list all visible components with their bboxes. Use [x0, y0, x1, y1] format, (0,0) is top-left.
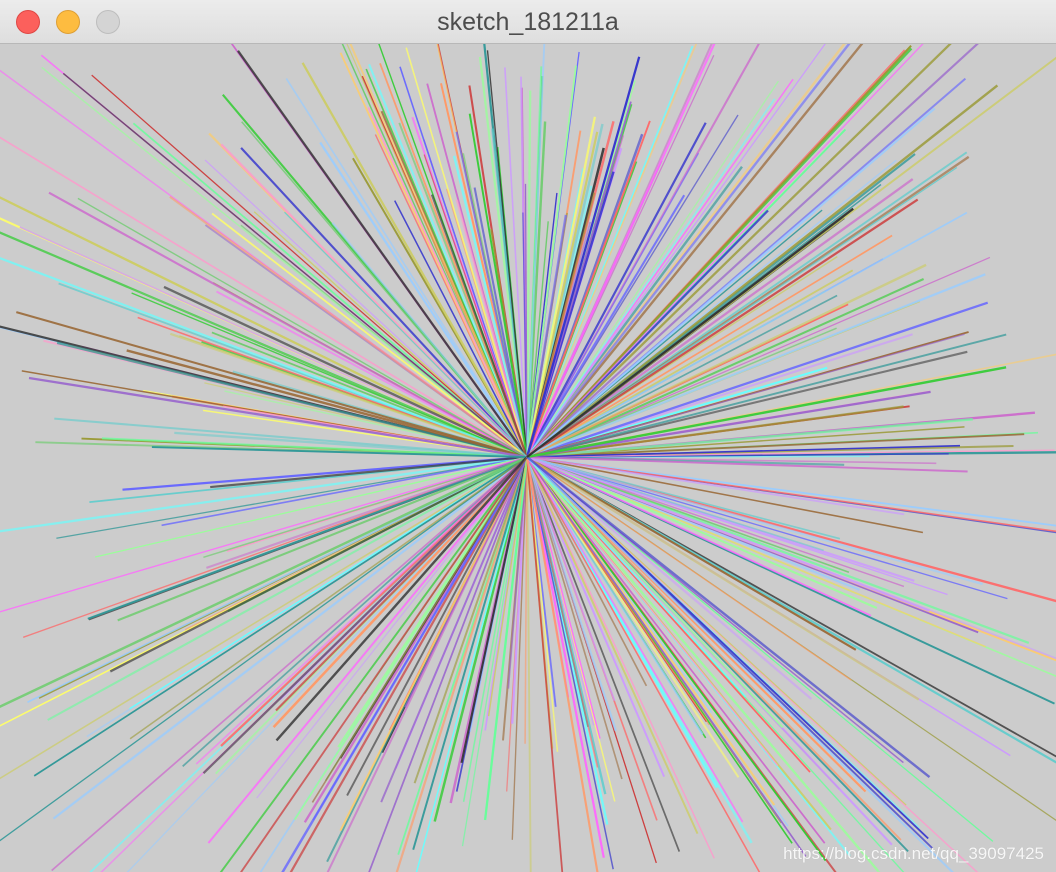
app-window: sketch_181211a https://blog.csdn.net/qq_…	[0, 0, 1056, 872]
sketch-canvas[interactable]	[0, 44, 1056, 872]
sketch-line	[526, 44, 952, 458]
title-bar[interactable]: sketch_181211a	[0, 0, 1056, 44]
sketch-line	[526, 456, 532, 872]
sketch-line	[0, 136, 528, 458]
sketch-lines	[0, 44, 1056, 872]
window-title: sketch_181211a	[437, 8, 619, 36]
sketch-line	[33, 456, 528, 777]
sketch-line	[0, 456, 528, 842]
watermark-text: https://blog.csdn.net/qq_39097425	[783, 844, 1044, 863]
